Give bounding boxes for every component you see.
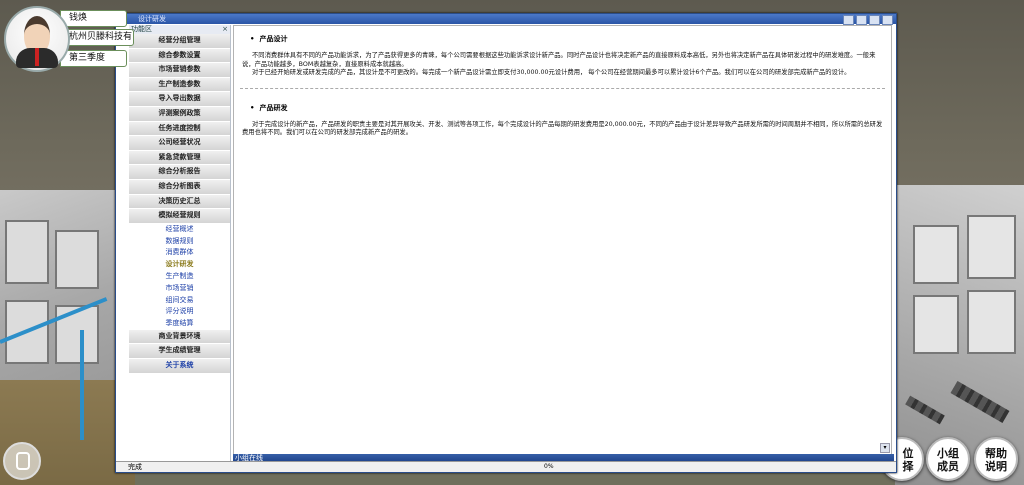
home-button[interactable] [3, 442, 41, 480]
main-window: 设计研发 功能区 × 经营分组管理 综合参数设置 市场营销参数 生产制造参数 导… [115, 13, 897, 473]
scroll-down-icon[interactable]: ▾ [880, 443, 890, 453]
menu-item[interactable]: 决策历史汇总 [129, 194, 230, 210]
paragraph: 不同消费群体具有不同的产品功能诉求，为了产品获得更多的青睐，每个公司需要根据这些… [242, 52, 876, 68]
menu-item[interactable]: 经营分组管理 [129, 34, 230, 49]
group-members-button[interactable]: 小组 成员 [926, 437, 970, 481]
menu-item[interactable]: 学生成绩管理 [129, 344, 230, 360]
divider [240, 87, 885, 89]
status-bar: 完成 0% [116, 461, 896, 472]
menu-item[interactable]: 综合分析图表 [129, 179, 230, 195]
scroll-down-icon[interactable] [856, 15, 867, 25]
user-name: 钱焕 [60, 10, 127, 27]
menu-item[interactable]: 任务进度控制 [129, 121, 230, 137]
status-text: 完成 [128, 463, 142, 471]
submenu-item[interactable]: 经营概述 [129, 224, 230, 236]
menu-item[interactable]: 综合参数设置 [129, 48, 230, 64]
menu-item[interactable]: 公司经营状况 [129, 136, 230, 151]
rules-submenu: 经营概述 数据规则 消费群体 设计研发 生产制造 市场营销 组间交易 评分说明 … [129, 223, 230, 330]
company-name: 杭州贝滕科技有 [60, 29, 134, 46]
help-button[interactable]: 帮助 说明 [974, 437, 1018, 481]
menu-item-rules[interactable]: 模拟经营规则 [129, 209, 230, 224]
submenu-item[interactable]: 数据规则 [129, 236, 230, 248]
sidebar: 功能区 × 经营分组管理 综合参数设置 市场营销参数 生产制造参数 导入导出数据… [129, 25, 231, 461]
window-title: 设计研发 [138, 15, 166, 23]
restore-icon[interactable] [869, 15, 880, 25]
menu-item[interactable]: 导入导出数据 [129, 92, 230, 107]
period-label: 第三季度 [60, 50, 127, 67]
progress-text: 0% [544, 463, 554, 470]
submenu-item[interactable]: 季度结算 [129, 318, 230, 330]
submenu-item[interactable]: 生产制造 [129, 271, 230, 283]
user-avatar [4, 6, 70, 72]
close-icon[interactable] [882, 15, 893, 25]
submenu-item-active[interactable]: 设计研发 [129, 259, 230, 271]
menu-item[interactable]: 紧急贷款管理 [129, 150, 230, 166]
menu-item[interactable]: 市场营销参数 [129, 63, 230, 78]
menu-item-about[interactable]: 关于系统 [129, 359, 230, 374]
content-pane: 产品设计 不同消费群体具有不同的产品功能诉求，为了产品获得更多的青睐，每个公司需… [233, 25, 892, 455]
menu-item[interactable]: 商业背景环境 [129, 329, 230, 345]
submenu-item[interactable]: 消费群体 [129, 247, 230, 259]
section-title: 产品设计 [250, 34, 891, 44]
sidebar-header: 功能区 × [129, 25, 230, 34]
submenu-item[interactable]: 市场营销 [129, 283, 230, 295]
sidebar-title: 功能区 [131, 25, 152, 33]
paragraph: 对于完成设计的新产品，产品研发的职责主要是对其开展攻关、开发、测试等各项工作，每… [242, 120, 883, 137]
menu-item[interactable]: 生产制造参数 [129, 77, 230, 93]
menu-item[interactable]: 评测案例政策 [129, 106, 230, 122]
menu-item[interactable]: 综合分析报告 [129, 165, 230, 180]
section-title: 产品研发 [250, 103, 891, 113]
sidebar-close-icon[interactable]: × [222, 25, 228, 34]
scroll-up-icon[interactable] [843, 15, 854, 25]
title-bar: 设计研发 [116, 14, 896, 25]
paragraph: 对于已经开始研发或研发完成的产品，其设计是不可更改的。每完成一个新产品设计需立即… [252, 69, 851, 76]
submenu-item[interactable]: 评分说明 [129, 306, 230, 318]
submenu-item[interactable]: 组间交易 [129, 295, 230, 307]
